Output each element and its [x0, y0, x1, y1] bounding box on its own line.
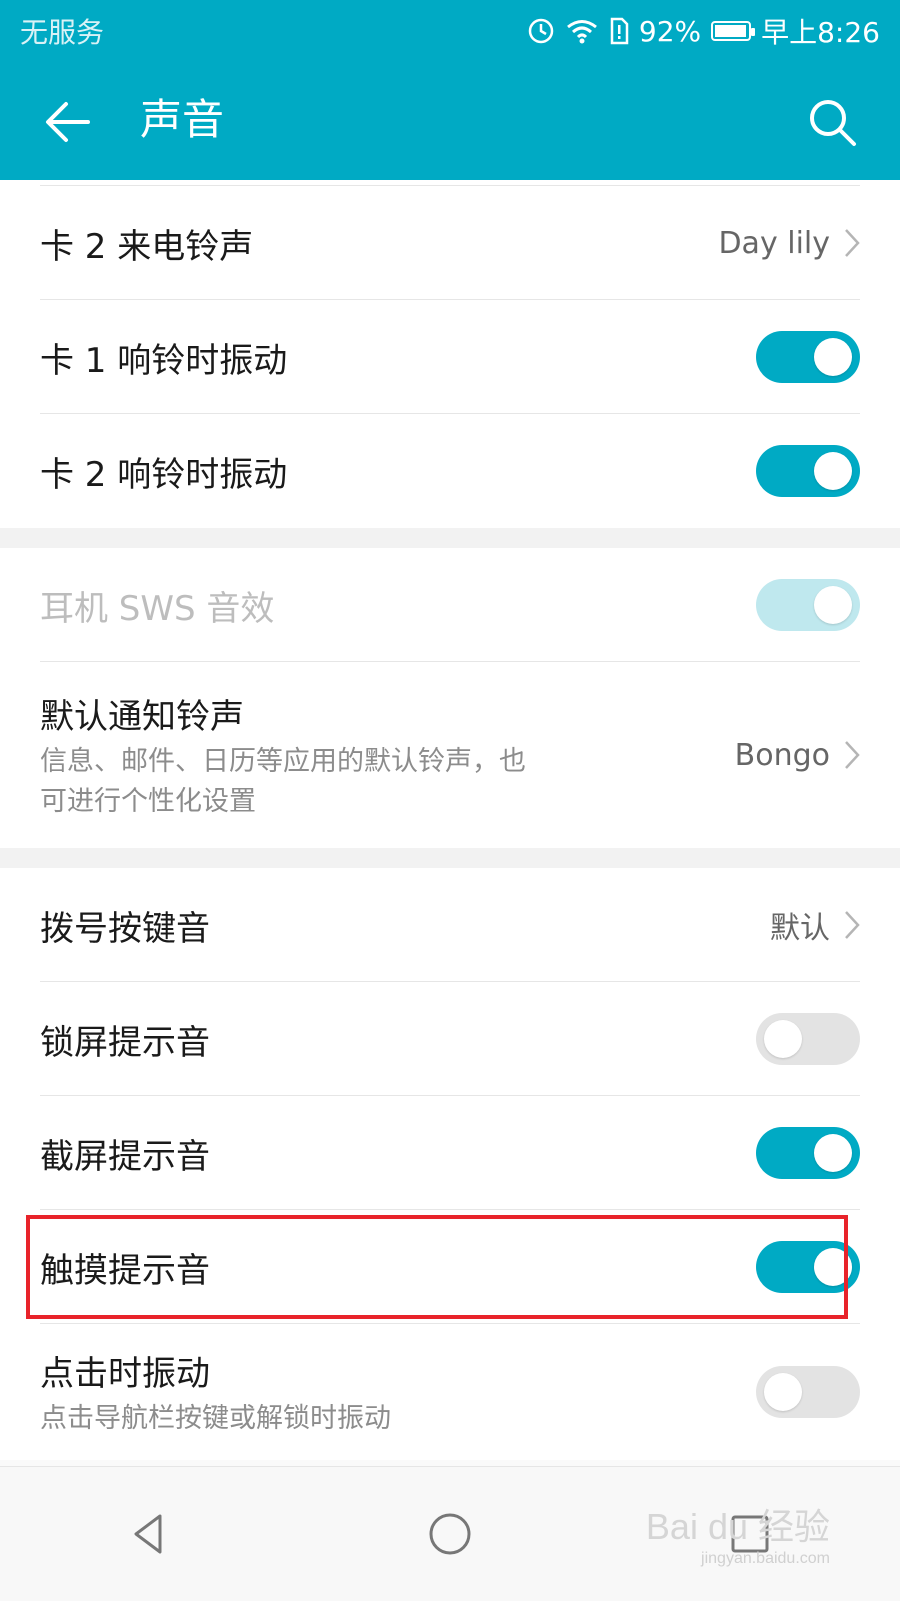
app-bar: 声音	[0, 62, 900, 180]
search-icon[interactable]	[804, 94, 860, 150]
setting-subtitle: 信息、邮件、日历等应用的默认铃声，也可进行个性化设置	[40, 745, 526, 817]
data-saver-icon	[528, 18, 554, 44]
setting-card2-vibrate[interactable]: 卡 2 响铃时振动	[0, 414, 900, 528]
card1-vibrate-toggle[interactable]	[756, 331, 860, 383]
section-divider	[0, 528, 900, 548]
section-divider	[0, 848, 900, 868]
battery-icon	[711, 21, 756, 41]
setting-label: 拨号按键音	[40, 908, 210, 949]
clock-text: 早上8:26	[761, 16, 880, 49]
setting-label: 触摸提示音	[40, 1250, 210, 1291]
headset-sws-toggle	[756, 579, 860, 631]
setting-default-notification[interactable]: 默认通知铃声 信息、邮件、日历等应用的默认铃声，也可进行个性化设置 Bongo	[0, 662, 900, 848]
setting-label: 耳机 SWS 音效	[40, 588, 275, 629]
page-title: 声音	[140, 95, 225, 144]
setting-subtitle: 点击导航栏按键或解锁时振动	[40, 1402, 391, 1434]
back-triangle-icon[interactable]	[120, 1504, 180, 1564]
back-arrow-icon[interactable]	[40, 94, 96, 150]
touch-sound-toggle[interactable]	[756, 1241, 860, 1293]
chevron-right-icon	[845, 911, 860, 939]
setting-label: 锁屏提示音	[40, 1022, 210, 1063]
setting-label: 点击时振动	[40, 1353, 210, 1394]
system-sounds-section: 拨号按键音 默认 锁屏提示音 截屏提示音 触摸提示音 点击时振动 点击导航栏按键…	[0, 868, 900, 1460]
wifi-icon	[566, 20, 597, 44]
setting-label: 卡 2 响铃时振动	[40, 454, 288, 495]
keypad-tone-value: 默认	[770, 911, 830, 946]
setting-value: Bongo	[735, 738, 860, 773]
setting-value: 默认	[770, 903, 860, 947]
setting-card2-ringtone[interactable]: 卡 2 来电铃声 Day lily	[0, 186, 900, 300]
battery-percent: 92%	[638, 14, 702, 48]
setting-text: 点击时振动 点击导航栏按键或解锁时振动	[40, 1346, 391, 1439]
settings-list: 卡 2 来电铃声 Day lily 卡 1 响铃时振动 卡 2 响铃时振动 耳机…	[0, 180, 900, 1500]
ringtone-value: Day lily	[718, 225, 830, 261]
watermark-logo: Bai du 经验 jingyan.baidu.com	[646, 1498, 830, 1568]
chevron-right-icon	[845, 741, 860, 769]
card2-vibrate-toggle[interactable]	[756, 445, 860, 497]
setting-value: Day lily	[718, 226, 860, 261]
notification-value: Bongo	[734, 737, 830, 773]
setting-lock-screen-sound[interactable]: 锁屏提示音	[0, 982, 900, 1096]
sim-alert-icon	[610, 17, 629, 45]
setting-dial-keypad-tone[interactable]: 拨号按键音 默认	[0, 868, 900, 982]
setting-card1-vibrate[interactable]: 卡 1 响铃时振动	[0, 300, 900, 414]
watermark-brand: Bai du 经验	[645, 1506, 830, 1547]
setting-label: 卡 1 响铃时振动	[40, 340, 288, 381]
vibrate-on-touch-toggle[interactable]	[756, 1366, 860, 1418]
home-circle-icon[interactable]	[420, 1504, 480, 1564]
watermark-url: jingyan.baidu.com	[701, 1550, 830, 1567]
lock-screen-sound-toggle[interactable]	[756, 1013, 860, 1065]
setting-text: 默认通知铃声 信息、邮件、日历等应用的默认铃声，也可进行个性化设置	[40, 689, 530, 822]
ringtone-section: 卡 2 来电铃声 Day lily 卡 1 响铃时振动 卡 2 响铃时振动	[0, 180, 900, 528]
screenshot-sound-toggle[interactable]	[756, 1127, 860, 1179]
setting-headset-sws[interactable]: 耳机 SWS 音效	[0, 548, 900, 662]
status-icons: 92% 早上8:26	[527, 11, 880, 51]
chevron-right-icon	[845, 229, 860, 257]
setting-touch-sound[interactable]: 触摸提示音	[0, 1210, 900, 1324]
setting-label: 卡 2 来电铃声	[40, 226, 254, 267]
setting-vibrate-on-touch[interactable]: 点击时振动 点击导航栏按键或解锁时振动	[0, 1324, 900, 1460]
setting-label: 默认通知铃声	[40, 696, 244, 737]
notification-section: 耳机 SWS 音效 默认通知铃声 信息、邮件、日历等应用的默认铃声，也可进行个性…	[0, 548, 900, 848]
setting-screenshot-sound[interactable]: 截屏提示音	[0, 1096, 900, 1210]
carrier-text: 无服务	[20, 16, 105, 49]
setting-label: 截屏提示音	[40, 1136, 210, 1177]
status-bar: 无服务 92% 早上8:26	[0, 0, 900, 62]
